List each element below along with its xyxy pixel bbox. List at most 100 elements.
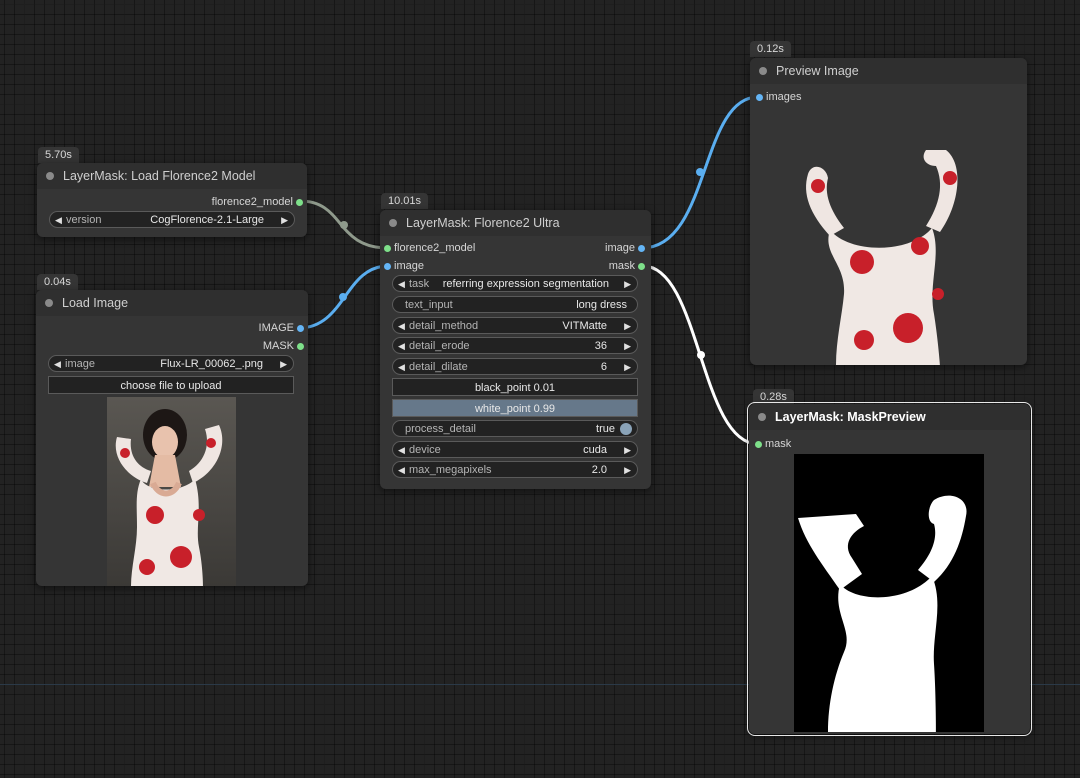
max-megapixels-value: 2.0 — [591, 464, 607, 476]
white-point-slider[interactable]: white_point 0.99 — [392, 399, 638, 417]
arrow-left-icon[interactable]: ◀ — [54, 356, 61, 371]
preview-title-bar[interactable]: Preview Image — [750, 58, 1027, 84]
device-combo[interactable]: ◀ device cuda ▶ — [392, 441, 638, 458]
load-florence2-node[interactable]: LayerMask: Load Florence2 Model florence… — [37, 163, 307, 237]
output-image[interactable]: IMAGE — [259, 320, 306, 336]
detail-dilate-label: detail_dilate — [409, 361, 468, 373]
process-detail-label: process_detail — [405, 423, 476, 435]
text-input-label: text_input — [405, 299, 453, 311]
output-image-label: IMAGE — [258, 322, 294, 334]
detail-method-combo[interactable]: ◀ detail_method VITMatte ▶ — [392, 317, 638, 334]
input-image[interactable]: image — [382, 258, 424, 274]
ultra-title: LayerMask: Florence2 Ultra — [406, 216, 560, 230]
process-detail-toggle[interactable]: process_detail true — [392, 420, 638, 437]
text-input-field[interactable]: text_input long dress — [392, 296, 638, 313]
arrow-left-icon[interactable]: ◀ — [398, 462, 405, 477]
load-florence2-title: LayerMask: Load Florence2 Model — [63, 169, 256, 183]
arrow-right-icon[interactable]: ▶ — [624, 276, 631, 291]
arrow-right-icon[interactable]: ▶ — [624, 338, 631, 353]
preview-title: Preview Image — [776, 64, 859, 78]
collapse-dot-icon[interactable] — [46, 172, 54, 180]
output-mask[interactable]: mask — [609, 258, 647, 274]
collapse-dot-icon[interactable] — [759, 67, 767, 75]
image-value: Flux-LR_00062_.png — [160, 358, 263, 370]
input-images-label: images — [766, 91, 802, 103]
input-image-label: image — [394, 260, 424, 272]
version-label: version — [66, 214, 102, 226]
output-slot-dot-icon[interactable] — [638, 245, 645, 252]
arrow-right-icon[interactable]: ▶ — [624, 359, 631, 374]
device-label: device — [409, 444, 441, 456]
detail-dilate-value: 6 — [600, 361, 607, 373]
arrow-left-icon[interactable]: ◀ — [398, 338, 405, 353]
arrow-right-icon[interactable]: ▶ — [624, 318, 631, 333]
input-mask[interactable]: mask — [753, 436, 791, 452]
load-image-title: Load Image — [62, 296, 129, 310]
arrow-right-icon[interactable]: ▶ — [624, 462, 631, 477]
version-combo[interactable]: ◀ version CogFlorence-2.1-Large ▶ — [49, 211, 295, 228]
arrow-left-icon[interactable]: ◀ — [398, 276, 405, 291]
load-image-time-badge: 0.04s — [37, 274, 78, 290]
text-input-value: long dress — [576, 299, 627, 311]
collapse-dot-icon[interactable] — [389, 219, 397, 227]
detail-dilate-number[interactable]: ◀ detail_dilate 6 ▶ — [392, 358, 638, 375]
arrow-left-icon[interactable]: ◀ — [55, 212, 62, 227]
input-slot-dot-icon[interactable] — [755, 441, 762, 448]
input-florence2-model[interactable]: florence2_model — [382, 240, 475, 256]
load-image-title-bar[interactable]: Load Image — [36, 290, 308, 316]
output-slot-dot-icon[interactable] — [297, 325, 304, 332]
output-mask-label: MASK — [262, 340, 294, 352]
task-label: task — [409, 278, 430, 290]
link-florence2-model-midpoint — [340, 221, 348, 229]
toggle-knob-icon[interactable] — [620, 423, 632, 435]
link-image-to-ultra-midpoint — [339, 293, 347, 301]
image-label: image — [65, 358, 95, 370]
max-megapixels-label: max_megapixels — [409, 464, 492, 476]
maskpreview-title-bar[interactable]: LayerMask: MaskPreview — [749, 404, 1030, 430]
image-combo[interactable]: ◀ image Flux-LR_00062_.png ▶ — [48, 355, 294, 372]
detail-erode-number[interactable]: ◀ detail_erode 36 ▶ — [392, 337, 638, 354]
input-slot-dot-icon[interactable] — [756, 94, 763, 101]
max-megapixels-number[interactable]: ◀ max_megapixels 2.0 ▶ — [392, 461, 638, 478]
preview-image-node[interactable]: Preview Image images — [750, 58, 1027, 365]
preview-time-badge: 0.12s — [750, 41, 791, 57]
output-mask[interactable]: MASK — [263, 338, 306, 354]
detail-erode-value: 36 — [594, 340, 607, 352]
input-images[interactable]: images — [754, 89, 801, 105]
maskpreview-title: LayerMask: MaskPreview — [775, 410, 926, 424]
arrow-left-icon[interactable]: ◀ — [398, 318, 405, 333]
link-image-to-preview-midpoint — [696, 168, 704, 176]
arrow-left-icon[interactable]: ◀ — [398, 359, 405, 374]
output-slot-dot-icon[interactable] — [296, 199, 303, 206]
arrow-right-icon[interactable]: ▶ — [281, 212, 288, 227]
output-mask-label: mask — [608, 260, 635, 272]
florence2-ultra-node[interactable]: LayerMask: Florence2 Ultra florence2_mod… — [380, 210, 651, 489]
input-florence2-model-label: florence2_model — [394, 242, 476, 254]
ultra-time-badge: 10.01s — [381, 193, 429, 209]
upload-button[interactable]: choose file to upload — [48, 376, 294, 394]
preview-output-image — [800, 144, 966, 365]
black-point-slider[interactable]: black_point 0.01 — [392, 378, 638, 396]
input-slot-dot-icon[interactable] — [384, 263, 391, 270]
collapse-dot-icon[interactable] — [758, 413, 766, 421]
collapse-dot-icon[interactable] — [45, 299, 53, 307]
load-florence2-title-bar[interactable]: LayerMask: Load Florence2 Model — [37, 163, 307, 189]
ultra-title-bar[interactable]: LayerMask: Florence2 Ultra — [380, 210, 651, 236]
arrow-right-icon[interactable]: ▶ — [280, 356, 287, 371]
output-slot-dot-icon[interactable] — [297, 343, 304, 350]
arrow-right-icon[interactable]: ▶ — [624, 442, 631, 457]
task-combo[interactable]: ◀ task referring expression segmentation… — [392, 275, 638, 292]
maskpreview-time-badge: 0.28s — [753, 389, 794, 405]
mask-output-image — [794, 454, 984, 732]
output-image[interactable]: image — [605, 240, 647, 256]
device-value: cuda — [583, 444, 607, 456]
mask-preview-node[interactable]: LayerMask: MaskPreview mask — [747, 402, 1032, 736]
version-value: CogFlorence-2.1-Large — [150, 214, 264, 226]
input-slot-dot-icon[interactable] — [384, 245, 391, 252]
output-florence2-model[interactable]: florence2_model — [212, 194, 305, 210]
load-image-node[interactable]: Load Image IMAGE MASK ◀ image Flux-LR_00… — [36, 290, 308, 586]
link-mask-to-maskpreview-midpoint — [697, 351, 705, 359]
arrow-left-icon[interactable]: ◀ — [398, 442, 405, 457]
detail-method-value: VITMatte — [562, 320, 607, 332]
output-slot-dot-icon[interactable] — [638, 263, 645, 270]
